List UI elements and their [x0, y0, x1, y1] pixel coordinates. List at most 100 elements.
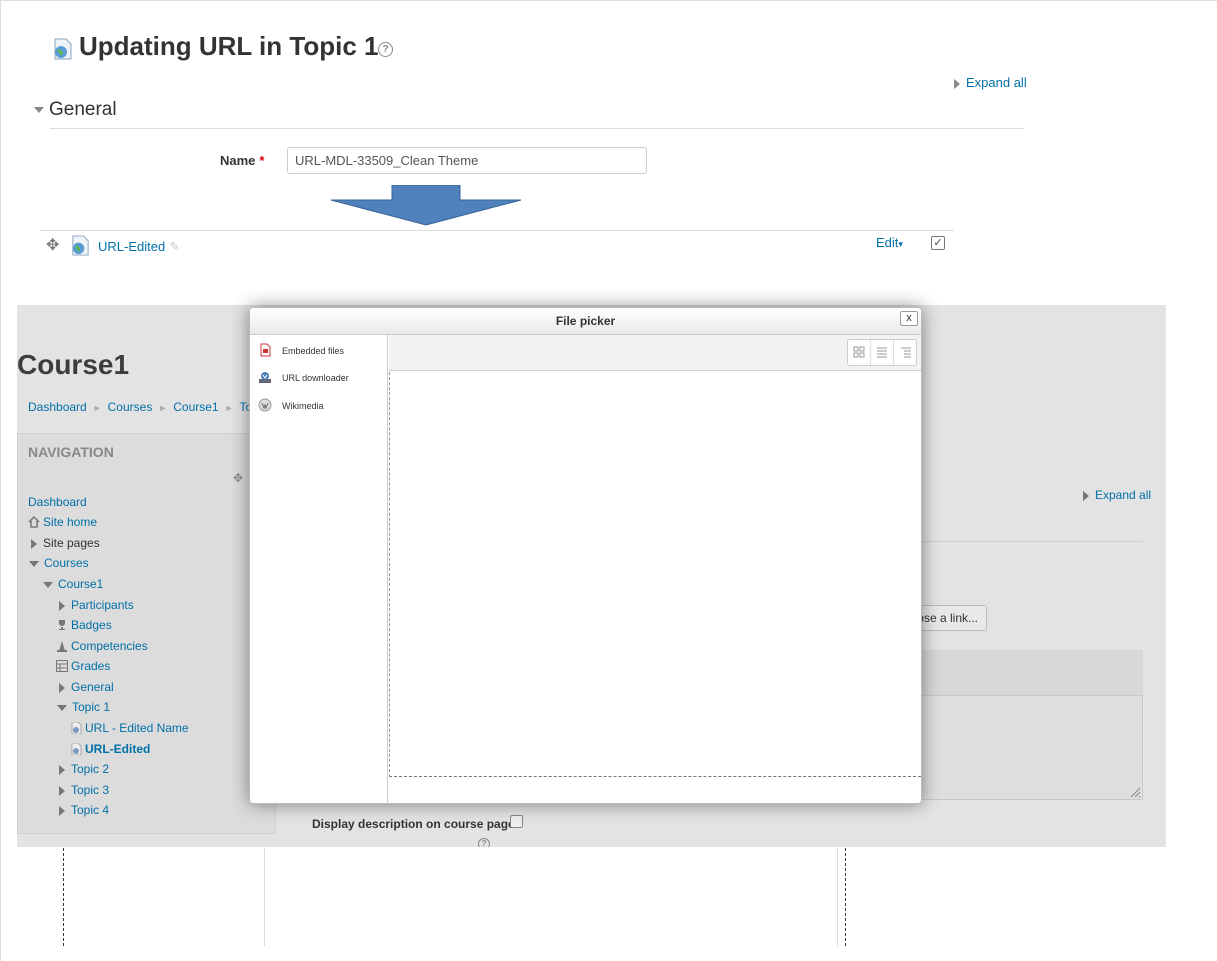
file-list-area[interactable] — [389, 372, 921, 777]
nav-item-courses[interactable]: Courses — [29, 556, 89, 570]
edit-menu[interactable]: Edit▾ — [876, 235, 903, 250]
nav-label: Topic 4 — [71, 803, 110, 817]
breadcrumb-separator: ► — [92, 403, 102, 413]
chevron-down-icon — [29, 560, 39, 567]
move-icon[interactable]: ✥ — [46, 235, 59, 255]
list-icon — [877, 347, 887, 358]
nav-item-general[interactable]: General — [59, 680, 114, 694]
grid-icon — [853, 346, 865, 358]
breadcrumb-item[interactable]: Dashboard — [28, 400, 87, 414]
chevron-right-icon — [59, 600, 65, 611]
breadcrumb-item[interactable]: Course1 — [173, 400, 218, 414]
nav-label: Badges — [71, 618, 112, 632]
repository-list: Embedded files URL downloader Wikimedia — [250, 335, 388, 803]
nav-label: Site pages — [43, 536, 100, 550]
chevron-right-icon — [59, 764, 65, 775]
breadcrumb-separator: ► — [224, 403, 234, 413]
nav-label: Topic 1 — [72, 700, 111, 714]
name-field-label: Name * — [220, 153, 264, 168]
divider — [63, 848, 64, 946]
chevron-down-icon — [43, 581, 53, 588]
help-icon[interactable]: ? — [478, 838, 490, 847]
divider — [837, 848, 838, 946]
grades-table-icon — [56, 660, 68, 672]
trophy-icon — [56, 619, 68, 631]
pencil-icon[interactable]: ✎ — [169, 239, 180, 254]
nav-item-grades[interactable]: Grades — [56, 659, 110, 673]
divider — [845, 848, 846, 946]
view-icons-button[interactable] — [848, 340, 871, 365]
course-title: Course1 — [17, 349, 130, 380]
tree-icon — [900, 347, 911, 358]
expand-all-label: Expand all — [966, 75, 1027, 90]
pdf-file-icon — [258, 343, 272, 357]
nav-item-badges[interactable]: Badges — [56, 618, 112, 632]
divider — [264, 848, 265, 946]
expand-all-link[interactable]: Expand all — [954, 75, 1027, 90]
name-label-text: Name — [220, 153, 256, 168]
nav-item-topic3[interactable]: Topic 3 — [59, 783, 109, 797]
view-tree-button[interactable] — [894, 340, 917, 365]
chevron-right-icon — [1083, 490, 1089, 501]
display-description-checkbox[interactable] — [510, 815, 523, 828]
edit-menu-label: Edit — [876, 235, 899, 250]
file-picker-toolbar — [389, 335, 921, 371]
chevron-right-icon — [59, 682, 65, 693]
url-activity-icon — [72, 235, 89, 256]
nav-item-site-pages[interactable]: Site pages — [31, 536, 100, 550]
close-icon[interactable]: x — [900, 311, 918, 326]
nav-item-course1[interactable]: Course1 — [43, 577, 103, 591]
expand-all-link[interactable]: Expand all — [1083, 488, 1151, 502]
name-input[interactable] — [287, 147, 647, 174]
dialog-title: File picker — [555, 314, 616, 328]
breadcrumb-separator: ► — [158, 403, 168, 413]
activity-name: URL-Edited — [98, 239, 166, 254]
chevron-right-icon — [59, 805, 65, 816]
nav-label: URL-Edited — [85, 742, 151, 756]
download-globe-icon — [258, 370, 272, 384]
checkbox-icon[interactable]: ✓ — [931, 236, 945, 250]
page-title: Updating URL in Topic 1 — [79, 31, 379, 61]
nav-item-topic2[interactable]: Topic 2 — [59, 762, 109, 776]
arrow-down-icon — [330, 185, 522, 226]
nav-label: Topic 2 — [71, 762, 110, 776]
nav-label: General — [71, 680, 114, 694]
divider — [921, 541, 1143, 542]
nav-item-competencies[interactable]: Competencies — [56, 639, 148, 653]
divider — [50, 128, 1024, 129]
chevron-right-icon — [31, 538, 37, 549]
section-general-label: General — [49, 99, 117, 120]
nav-item-topic1[interactable]: Topic 1 — [57, 700, 110, 714]
section-general-toggle[interactable]: General — [34, 99, 117, 121]
nav-label: Topic 3 — [71, 783, 110, 797]
resize-handle-icon[interactable] — [1129, 785, 1141, 798]
home-icon — [28, 515, 40, 528]
repository-wikimedia[interactable]: Wikimedia — [258, 398, 324, 412]
help-icon[interactable]: ? — [378, 42, 393, 57]
chevron-down-icon — [34, 106, 44, 113]
move-icon[interactable]: ✥ — [233, 471, 243, 485]
display-description-label: Display description on course page — [312, 817, 515, 831]
navigation-header: NAVIGATION — [28, 444, 114, 460]
view-list-button[interactable] — [871, 340, 894, 365]
file-picker-dialog: File picker x Embedded files URL downloa… — [249, 307, 922, 804]
nav-label: URL - Edited Name — [85, 721, 189, 735]
chevron-down-icon — [57, 704, 67, 711]
nav-item-participants[interactable]: Participants — [59, 598, 134, 612]
breadcrumb-item[interactable]: Courses — [108, 400, 153, 414]
repository-label: Wikimedia — [282, 401, 324, 411]
nav-label: Participants — [71, 598, 134, 612]
url-activity-icon — [70, 721, 82, 735]
nav-item-url-edited-name[interactable]: URL - Edited Name — [70, 721, 189, 735]
repository-embedded-files[interactable]: Embedded files — [258, 343, 344, 357]
chevron-right-icon — [954, 78, 960, 89]
repository-url-downloader[interactable]: URL downloader — [258, 370, 349, 384]
nav-item-topic4[interactable]: Topic 4 — [59, 803, 109, 817]
activity-link[interactable]: URL-Edited ✎ — [98, 239, 180, 255]
nav-item-dashboard[interactable]: Dashboard — [28, 495, 87, 509]
nav-item-url-edited[interactable]: URL-Edited — [70, 742, 150, 756]
nav-item-site-home[interactable]: Site home — [28, 515, 97, 529]
nav-label: Dashboard — [28, 495, 87, 509]
divider — [40, 230, 954, 231]
repository-label: Embedded files — [282, 346, 345, 356]
